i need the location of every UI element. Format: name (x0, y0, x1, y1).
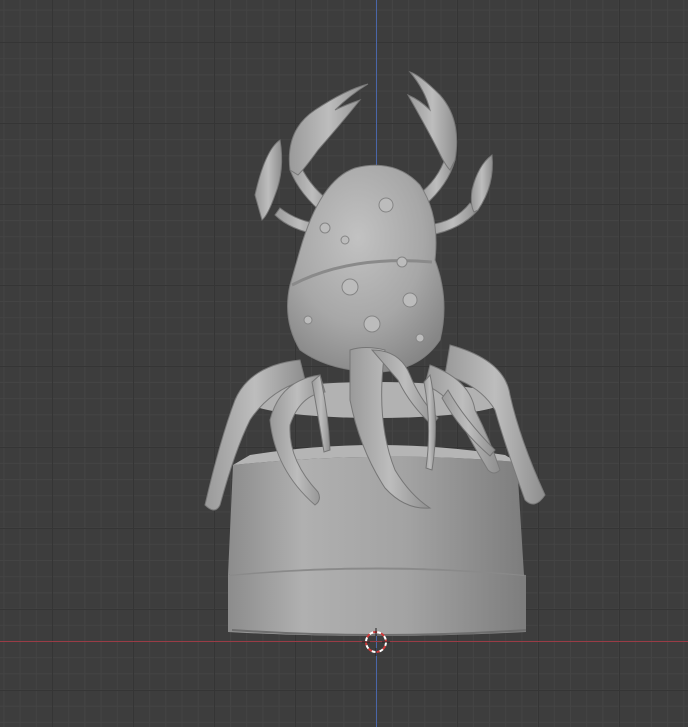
3d-cursor-icon[interactable] (362, 628, 390, 656)
sculpt-model[interactable] (0, 0, 688, 727)
3d-viewport[interactable] (0, 0, 688, 727)
